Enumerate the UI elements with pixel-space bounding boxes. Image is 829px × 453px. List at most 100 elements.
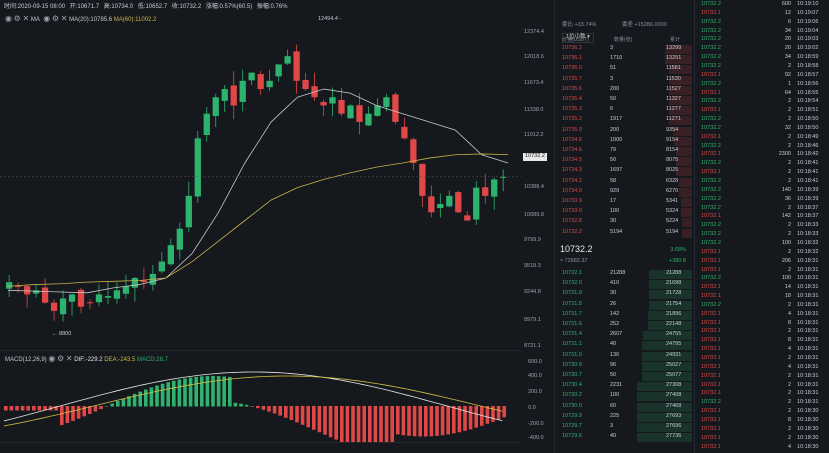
trade-price: 10732.2	[701, 160, 721, 167]
trade-size: 2	[787, 222, 791, 229]
candle-body	[365, 113, 372, 126]
book-price: 10736.1	[562, 55, 582, 62]
macd-bar	[446, 406, 450, 435]
book-row[interactable]: 10734.2 58 6328	[556, 177, 692, 187]
book-row[interactable]: 10731.0 136 24931	[556, 351, 692, 361]
book-row[interactable]: 10734.8 1000 9154	[556, 136, 692, 146]
candle-body	[176, 228, 183, 250]
trade-time: 10:19:02	[797, 45, 819, 52]
book-row[interactable]: 10735.4 50 11327	[556, 96, 692, 105]
book-row[interactable]: 10731.9 30 21728	[556, 290, 692, 300]
book-total: 24931	[666, 351, 682, 358]
candle-body	[491, 179, 498, 197]
trade-row: 10732.1 2 10:18:30	[697, 408, 829, 417]
candle-body	[446, 195, 453, 207]
book-row[interactable]: 10735.2 1917 11271	[556, 116, 692, 126]
book-row[interactable]: 10732.0 410 21698	[556, 280, 692, 290]
depth-bar	[636, 423, 692, 432]
book-row[interactable]: 10730.2 100 27408	[556, 392, 692, 402]
book-size: 3	[610, 45, 614, 51]
trade-price: 10732.2	[701, 204, 721, 211]
book-row[interactable]: 10730.4 2231 27308	[556, 382, 692, 392]
book-total: 13299	[666, 45, 682, 51]
buy-diff: 委差 +15286.0000	[622, 22, 667, 28]
book-row[interactable]: 10735.6 200 11527	[556, 85, 692, 95]
book-row[interactable]: 10733.0 100 5324	[556, 208, 692, 218]
book-row[interactable]: 10734.6 79 8154	[556, 147, 692, 156]
book-row[interactable]: 10731.8 26 21754	[556, 300, 692, 310]
macd-bar	[244, 404, 249, 407]
book-price: 10730.4	[562, 382, 582, 389]
candle-body	[482, 187, 489, 196]
candle-body	[473, 187, 480, 220]
book-row[interactable]: 10729.6 40 27736	[556, 433, 692, 443]
trade-size: 36	[784, 195, 791, 202]
macd-bar	[418, 406, 422, 437]
book-row[interactable]: 10732.8 30 5224	[556, 218, 692, 228]
book-size: 1000	[610, 136, 623, 143]
macd-chart[interactable]	[0, 362, 521, 442]
book-row[interactable]: 10733.9 17 5341	[556, 198, 692, 207]
macd-bar	[256, 406, 260, 409]
book-size: 30	[610, 218, 617, 225]
book-row[interactable]: 10735.7 3 11530	[556, 75, 692, 85]
change-abs: +380.8	[669, 258, 686, 264]
price-tick: 9799.9	[524, 237, 541, 243]
candle-body	[257, 74, 264, 90]
book-row[interactable]: 10731.7 142 21896	[556, 310, 692, 320]
trade-price: 10732.2	[701, 399, 721, 406]
book-row[interactable]: 10730.9 96 25027	[556, 361, 692, 371]
book-row[interactable]: 10734.3 1697 8025	[556, 167, 692, 177]
candle-body	[167, 245, 174, 265]
trade-time: 10:18:39	[797, 186, 819, 193]
trade-time: 10:18:31	[797, 363, 819, 370]
kline-chart-panel[interactable]: 时间:2020-09-15 08:00 开:10671.7 高:10734.0 …	[0, 0, 547, 453]
book-size: 58	[610, 177, 617, 184]
book-price: 10731.1	[562, 341, 582, 348]
candle-body	[284, 56, 291, 64]
book-row[interactable]: 10734.0 929 6270	[556, 187, 692, 197]
trade-size: 2	[787, 355, 791, 361]
price-chart[interactable]	[0, 22, 521, 352]
book-row[interactable]: 10730.0 60 27468	[556, 402, 692, 412]
book-row[interactable]: 10735.0 200 9354	[556, 126, 692, 136]
book-row[interactable]: 10730.7 50 25077	[556, 372, 692, 381]
book-price: 10730.7	[562, 372, 582, 378]
book-total: 11530	[666, 75, 681, 82]
macd-bar	[93, 406, 98, 412]
book-row[interactable]: 10729.7 3 27696	[556, 423, 692, 432]
trade-size: 2300	[778, 151, 791, 158]
trade-price: 10732.2	[701, 195, 721, 202]
book-row[interactable]: 10735.3 6 11277	[556, 106, 692, 116]
book-row[interactable]: 10734.5 50 8075	[556, 157, 692, 167]
trade-time: 10:18:56	[797, 80, 819, 87]
trade-size: 2	[787, 248, 791, 255]
depth-bar	[681, 208, 692, 218]
trade-row: 10732.1 2 10:18:31	[697, 328, 829, 337]
book-row[interactable]: 10732.1 21288 21288	[556, 270, 692, 279]
book-total: 6270	[666, 187, 679, 194]
book-row[interactable]: 10736.0 51 11581	[556, 65, 692, 75]
book-row[interactable]: 10731.4 2607 24755	[556, 331, 692, 341]
book-total: 11527	[666, 85, 681, 92]
depth-bar	[681, 228, 692, 238]
candle-body	[419, 163, 426, 196]
book-row[interactable]: 10736.1 1710 13291	[556, 55, 692, 65]
macd-bar	[71, 406, 75, 421]
trade-time: 10:18:31	[797, 337, 819, 344]
book-row[interactable]: 10729.9 225 27693	[556, 412, 692, 422]
book-size: 40	[610, 341, 617, 348]
book-row[interactable]: 10736.2 3 13299	[556, 45, 692, 54]
trade-size: 2	[787, 62, 791, 69]
book-row[interactable]: 10731.1 40 24795	[556, 341, 692, 351]
book-total: 9154	[666, 136, 679, 143]
macd-bar	[474, 406, 478, 428]
candle-body	[464, 215, 471, 221]
macd-bar	[228, 377, 232, 407]
trade-row: 10732.2 20 10:19:03	[697, 36, 829, 45]
trade-row: 10732.2 32 10:18:50	[697, 125, 829, 134]
macd-bar	[334, 406, 338, 440]
macd-bar	[138, 391, 142, 407]
book-row[interactable]: 10732.2 5194 5194	[556, 228, 692, 238]
book-row[interactable]: 10731.6 252 22148	[556, 321, 692, 330]
